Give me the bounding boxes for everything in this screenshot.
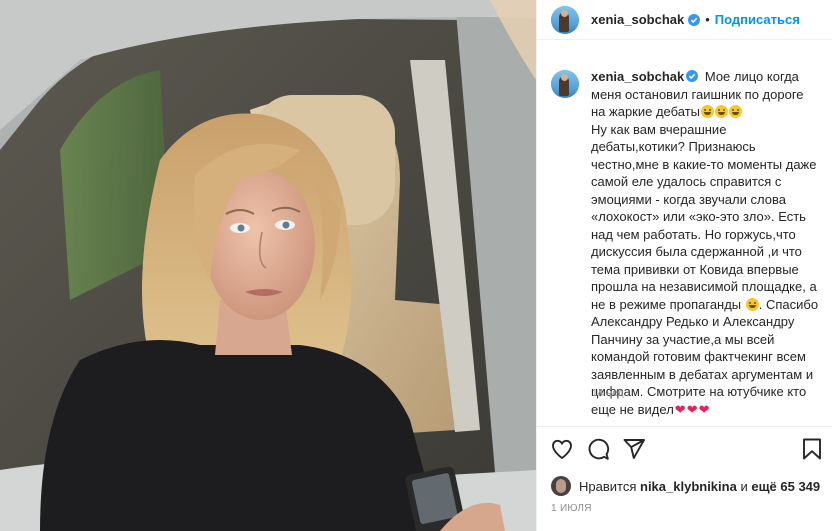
caption-text: xenia_sobchak Мое лицо когда меня остано… bbox=[591, 68, 821, 418]
action-bar bbox=[537, 426, 832, 472]
laughing-emoji-icon bbox=[701, 105, 715, 118]
instagram-post: xenia_sobchak • Подписаться xenia_sobcha… bbox=[0, 0, 832, 531]
laughing-emoji-icon bbox=[729, 105, 743, 118]
likes-and: и bbox=[740, 478, 748, 494]
grinning-emoji-icon bbox=[745, 297, 759, 311]
verified-badge-icon bbox=[688, 13, 701, 26]
author-username[interactable]: xenia_sobchak bbox=[591, 12, 684, 27]
caption-text-part-2: Ну как вам вчерашние дебаты,котики? Приз… bbox=[591, 121, 817, 312]
post-date[interactable]: 1 ИЮЛЯ bbox=[551, 503, 592, 514]
post-header: xenia_sobchak • Подписаться bbox=[537, 0, 832, 40]
post-photo[interactable] bbox=[0, 0, 536, 531]
liker-avatar[interactable] bbox=[551, 476, 571, 496]
header-separator: • bbox=[705, 12, 710, 27]
red-heart-emoji-icon: ❤ bbox=[698, 401, 710, 417]
liker-username[interactable]: nika_klybnikina bbox=[640, 479, 737, 494]
likes-count[interactable]: ещё 65 349 bbox=[751, 479, 820, 494]
red-heart-emoji-icon: ❤ bbox=[674, 401, 686, 417]
caption-author-avatar[interactable] bbox=[551, 70, 579, 98]
post-side-panel: xenia_sobchak • Подписаться xenia_sobcha… bbox=[536, 0, 832, 531]
caption-username[interactable]: xenia_sobchak bbox=[591, 69, 684, 84]
caption-time-ago[interactable]: 14 нед. bbox=[592, 388, 627, 399]
paper-plane-icon[interactable] bbox=[622, 437, 646, 461]
verified-badge-icon bbox=[686, 70, 699, 82]
heart-outline-icon[interactable] bbox=[550, 437, 574, 461]
likes-prefix: Нравится bbox=[579, 478, 637, 494]
comment-icon[interactable] bbox=[586, 437, 610, 461]
red-heart-emoji-icon: ❤ bbox=[686, 401, 698, 417]
bookmark-icon[interactable] bbox=[800, 437, 824, 461]
laughing-emoji-icon bbox=[715, 105, 729, 118]
likes-summary: Нравится nika_klybnikina и ещё 65 349 bbox=[551, 476, 820, 496]
car-window-photo bbox=[0, 0, 536, 531]
post-caption: xenia_sobchak Мое лицо когда меня остано… bbox=[551, 68, 821, 418]
author-avatar[interactable] bbox=[551, 5, 579, 34]
follow-button[interactable]: Подписаться bbox=[715, 12, 800, 27]
